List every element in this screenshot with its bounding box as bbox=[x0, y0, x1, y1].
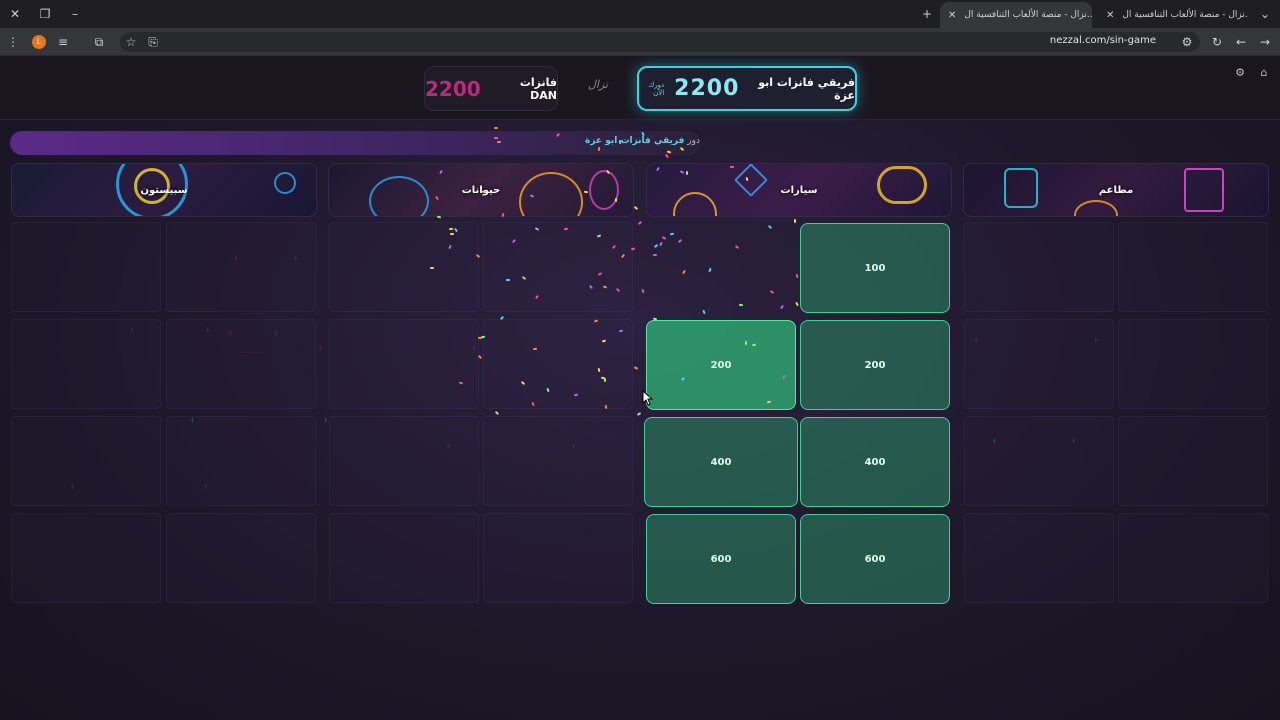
team-b-name: فانزات DAN bbox=[519, 75, 557, 102]
menu-dots-icon[interactable]: ⋮ bbox=[4, 33, 22, 51]
confetti-piece bbox=[652, 317, 658, 321]
question-tile-sel-200[interactable]: 200 bbox=[646, 320, 796, 410]
team-b-card: فانزات DAN 2200 bbox=[424, 66, 558, 111]
mouse-cursor-icon bbox=[642, 390, 654, 406]
close-tab-icon[interactable]: ✕ bbox=[948, 10, 956, 21]
tab-active[interactable]: ✕ نزال - منصة الألعاب التنافسية ال... ⚑ bbox=[940, 2, 1092, 28]
forward-icon[interactable]: → bbox=[1256, 33, 1274, 51]
close-window-icon[interactable]: ✕ bbox=[6, 5, 24, 23]
question-tile-200[interactable]: 200 bbox=[800, 320, 950, 410]
confetti-piece bbox=[505, 278, 511, 282]
category-cars[interactable]: سيارات bbox=[646, 163, 952, 217]
turn-indicator: دورك الآن bbox=[648, 80, 665, 97]
confetti-piece bbox=[730, 165, 735, 168]
confetti-piece bbox=[459, 381, 464, 384]
confetti-piece bbox=[597, 367, 601, 373]
category-label: سيارات bbox=[780, 184, 818, 196]
browser-toolbar: ⋮ L ≡ ⧉ ☆ ⎘ nezzal.com/sin-game ⚙ ↻ ← → bbox=[0, 28, 1280, 56]
scoreboard-bar: ⚙ ⌂ فريقي فانزات ابو عزة 2200 دورك الآن … bbox=[0, 56, 1280, 120]
team-b-score: 2200 bbox=[425, 76, 481, 101]
confetti-piece bbox=[633, 205, 639, 210]
confetti-piece bbox=[744, 340, 748, 345]
turn-line: دور فريقي فانزات ابو عزة bbox=[560, 136, 700, 146]
minimize-window-icon[interactable]: – bbox=[66, 5, 84, 23]
confetti-piece bbox=[563, 227, 568, 230]
tab-title: نزال - منصة الألعاب التنافسية ال... bbox=[964, 10, 1092, 20]
game-page: ⚙ ⌂ فريقي فانزات ابو عزة 2200 دورك الآن … bbox=[0, 56, 1280, 720]
team-a-score: 2200 bbox=[674, 76, 740, 101]
tab-title: نزال - منصة الألعاب التنافسية ال... bbox=[1122, 10, 1248, 20]
confetti-piece bbox=[793, 219, 796, 224]
confetti-piece bbox=[600, 376, 606, 380]
bookmark-star-icon[interactable]: ☆ bbox=[122, 33, 140, 51]
reload-icon[interactable]: ↻ bbox=[1208, 33, 1226, 51]
category-label: سبيستون bbox=[140, 184, 188, 196]
turn-team: فريقي فانزات ابو عزة bbox=[585, 136, 685, 146]
confetti-piece bbox=[480, 335, 486, 339]
new-tab-icon[interactable]: + bbox=[918, 5, 936, 23]
address-bar[interactable]: ☆ ⎘ nezzal.com/sin-game ⚙ bbox=[120, 32, 1200, 52]
restore-window-icon[interactable]: ❐ bbox=[36, 5, 54, 23]
install-app-icon[interactable]: ⎘ bbox=[144, 33, 162, 51]
browser-tab-bar: ✕ ❐ – + ✕ نزال - منصة الألعاب التنافسية … bbox=[0, 0, 1280, 28]
confetti-piece bbox=[573, 393, 578, 396]
turn-prefix: دور bbox=[687, 136, 700, 146]
team-a-name: فريقي فانزات ابو عزة bbox=[758, 75, 855, 102]
confetti-piece bbox=[583, 190, 588, 193]
category-restaurants[interactable]: مطاعم bbox=[963, 163, 1269, 217]
confetti-piece bbox=[496, 140, 502, 143]
tab-search-icon[interactable]: ⌄ bbox=[1256, 5, 1274, 23]
category-label: حيوانات bbox=[461, 184, 501, 196]
question-tile-400[interactable]: 400 bbox=[800, 417, 950, 507]
home-icon[interactable]: ⌂ bbox=[1257, 66, 1271, 80]
confetti-piece bbox=[437, 215, 442, 219]
game-logo: نزال bbox=[587, 78, 609, 91]
confetti-piece bbox=[615, 197, 618, 202]
tab-inactive[interactable]: ✕ نزال - منصة الألعاب التنافسية ال... ⚑ bbox=[1098, 2, 1248, 28]
confetti-piece bbox=[449, 232, 454, 236]
question-tile-600[interactable]: 600 bbox=[800, 514, 950, 604]
confetti-piece bbox=[493, 126, 498, 129]
extensions-icon[interactable]: ⧉ bbox=[90, 33, 108, 51]
confetti-piece bbox=[494, 136, 499, 139]
back-icon[interactable]: ← bbox=[1232, 33, 1250, 51]
category-animals[interactable]: حيوانات bbox=[328, 163, 634, 217]
category-spacetoon[interactable]: سبيستون bbox=[11, 163, 317, 217]
question-tile-600[interactable]: 600 bbox=[646, 514, 796, 604]
profile-avatar[interactable]: L bbox=[32, 35, 46, 49]
site-settings-icon[interactable]: ⚙ bbox=[1178, 33, 1196, 51]
question-tile-400[interactable]: 400 bbox=[644, 417, 798, 507]
question-tile-cars-100[interactable]: 100 bbox=[800, 223, 950, 313]
reading-list-icon[interactable]: ≡ bbox=[54, 33, 72, 51]
confetti-piece bbox=[618, 140, 621, 145]
confetti-piece bbox=[430, 267, 435, 270]
close-tab-icon[interactable]: ✕ bbox=[1106, 10, 1114, 21]
settings-gear-icon[interactable]: ⚙ bbox=[1233, 66, 1247, 80]
category-label: مطاعم bbox=[1098, 184, 1134, 196]
team-a-card: فريقي فانزات ابو عزة 2200 دورك الآن bbox=[637, 66, 857, 111]
url-text: nezzal.com/sin-game bbox=[1049, 35, 1156, 46]
confetti-piece bbox=[652, 253, 657, 256]
